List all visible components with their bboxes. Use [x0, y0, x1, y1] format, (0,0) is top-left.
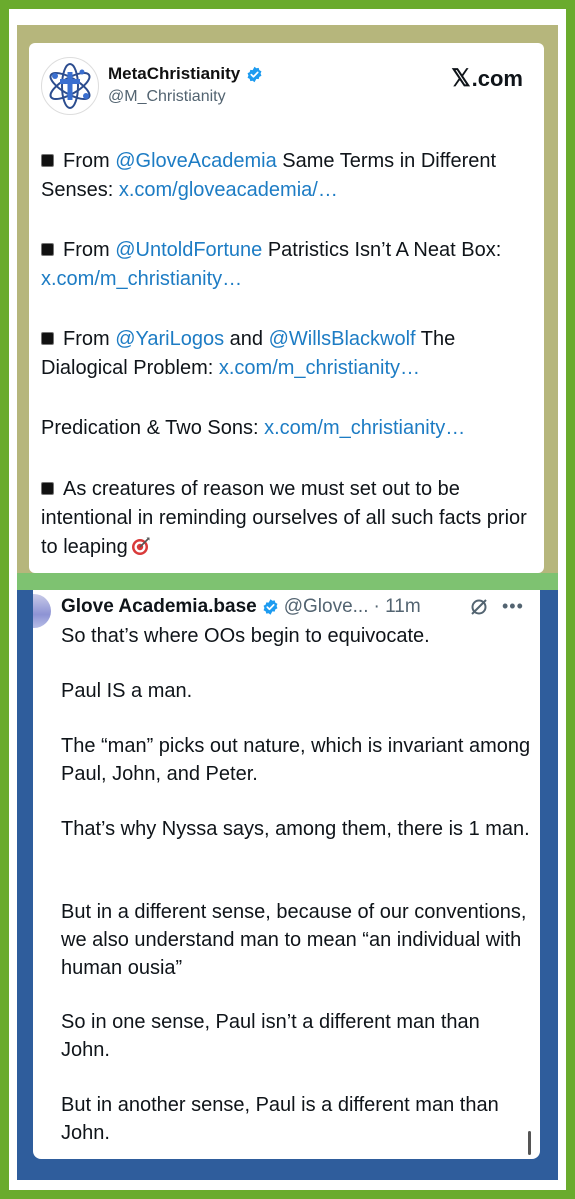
url-link[interactable]: x.com/m_christianity… [264, 417, 465, 439]
url-link[interactable]: x.com/gloveacademia/… [119, 179, 338, 201]
text-segment: Predication & Two Sons: [41, 417, 265, 439]
author-name-row[interactable]: Glove Academia.base @Glove... · 11m [61, 595, 421, 619]
tweet-paragraph: But in another sense, Paul is a differen… [61, 1094, 499, 1144]
text-segment: Patristics Isn’t A Neat Box: [262, 239, 502, 261]
tweet-paragraph: From @UntoldFortune Patristics Isn’t A N… [41, 236, 531, 294]
tweet-paragraph: But in a different sense, because of our… [61, 901, 527, 979]
tweet-paragraph: That’s why Nyssa says, among them, there… [61, 818, 530, 840]
avatar[interactable] [41, 57, 99, 115]
url-link[interactable]: x.com/m_christianity… [219, 357, 420, 379]
tweet-paragraph: Predication & Two Sons: x.com/m_christia… [41, 414, 531, 443]
tweet-paragraph: As creatures of reason we must set out t… [41, 475, 531, 562]
black-square-bullet-icon [41, 243, 54, 256]
url-link[interactable]: x.com/m_christianity… [41, 268, 242, 290]
x-logo-icon: 𝕏 [451, 65, 471, 92]
tweet-paragraph: From @YariLogos and @WillsBlackwolf The … [41, 325, 531, 383]
verified-badge-icon [246, 66, 263, 83]
scrollbar[interactable] [528, 1131, 531, 1155]
x-logo-link[interactable]: 𝕏 .com [451, 64, 523, 93]
text-segment: and [224, 328, 269, 350]
atom-logo-icon [49, 63, 91, 109]
timestamp[interactable]: · 11m [374, 596, 421, 618]
black-square-bullet-icon [41, 482, 54, 495]
author-name[interactable]: Glove Academia.base [61, 596, 257, 618]
text-segment: From [63, 239, 116, 261]
verified-badge-icon [262, 599, 279, 616]
mention-link[interactable]: @GloveAcademia [115, 150, 276, 172]
bottom-tweet-card[interactable] [33, 590, 540, 1159]
tweet-paragraph: So in one sense, Paul isn’t a different … [61, 1011, 480, 1061]
author-handle[interactable]: @Glove... [284, 596, 369, 618]
tweet-paragraph: From @GloveAcademia Same Terms in Differ… [41, 147, 531, 205]
text-segment: As creatures of reason we must set out t… [41, 478, 527, 558]
mention-link[interactable]: @UntoldFortune [115, 239, 262, 261]
text-segment: From [63, 328, 116, 350]
author-name[interactable]: MetaChristianity [108, 64, 240, 84]
target-icon [131, 537, 150, 555]
grok-icon[interactable] [469, 597, 489, 617]
mention-link[interactable]: @WillsBlackwolf [269, 328, 416, 350]
text-segment: From [63, 150, 116, 172]
tweet-paragraph: So that’s where OOs begin to equivocate. [61, 625, 430, 647]
black-square-bullet-icon [41, 154, 54, 167]
source-label: .com [471, 65, 523, 91]
tweet-paragraph: The “man” picks out nature, which is inv… [61, 735, 531, 785]
author-name-row[interactable]: MetaChristianity [108, 62, 263, 86]
more-options-icon[interactable]: ••• [502, 596, 524, 617]
mention-link[interactable]: @YariLogos [115, 328, 224, 350]
section-divider [17, 573, 558, 590]
black-square-bullet-icon [41, 332, 54, 345]
tweet-paragraph: Paul IS a man. [61, 680, 193, 702]
author-handle[interactable]: @M_Christianity [108, 88, 226, 106]
